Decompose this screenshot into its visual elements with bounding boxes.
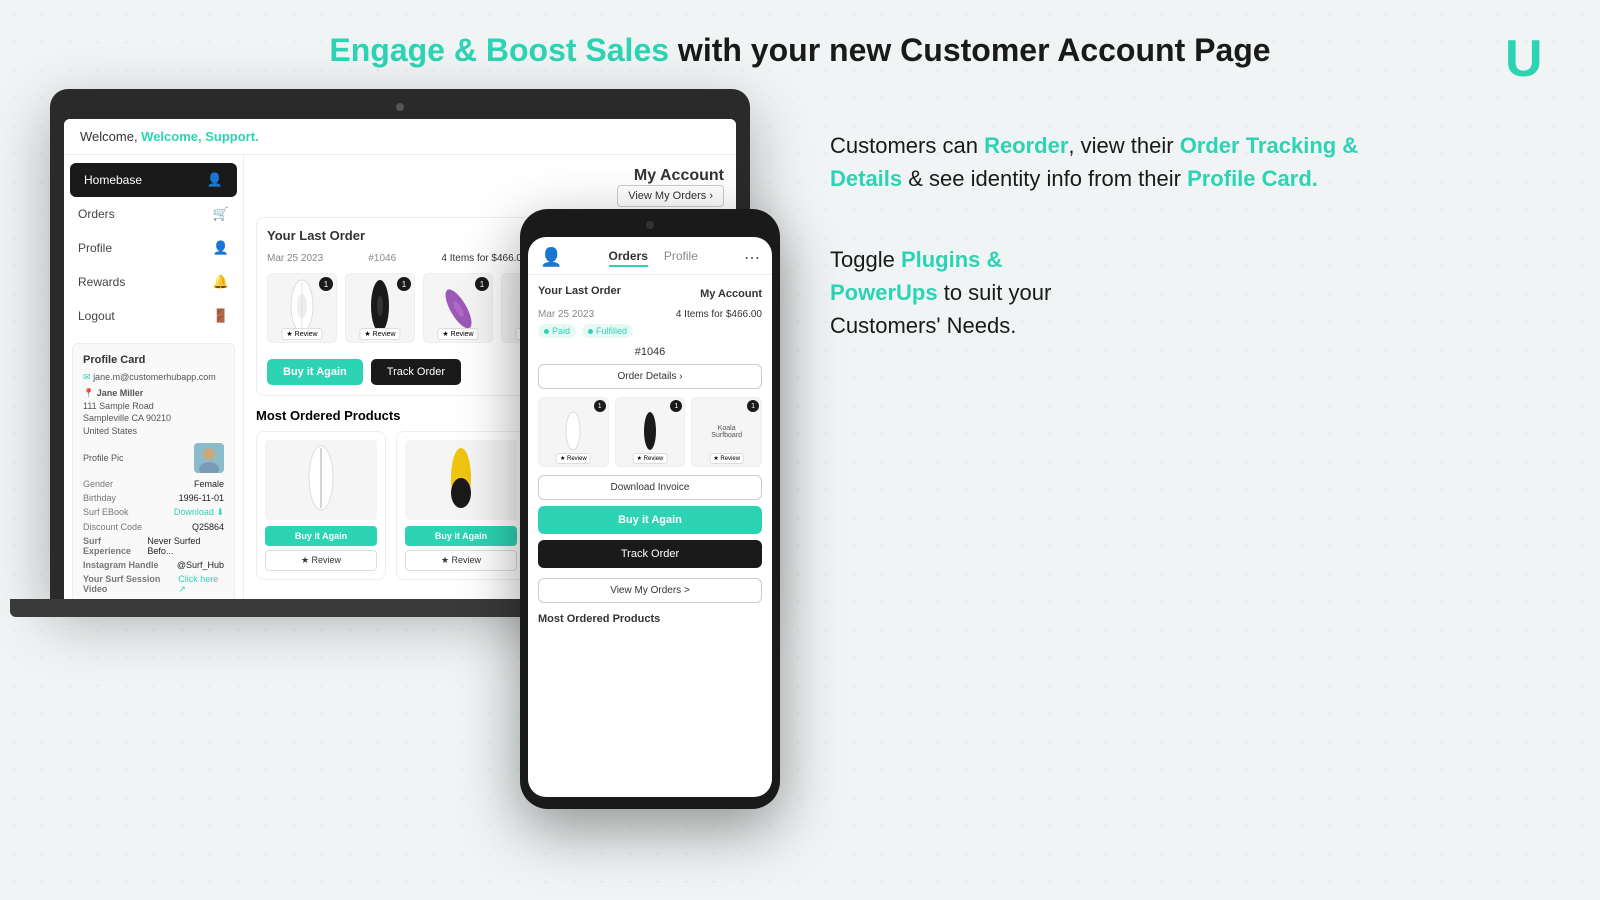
header-rest: with your new Customer Account Page xyxy=(669,32,1271,68)
sidebar-item-homebase[interactable]: Homebase 👤 xyxy=(70,163,237,197)
phone-download-invoice-button[interactable]: Download Invoice xyxy=(538,475,762,500)
page-header: Engage & Boost Sales with your new Custo… xyxy=(0,0,1600,89)
phone-my-account-row: Your Last Order My Account xyxy=(538,285,762,303)
order-date: Mar 25 2023 xyxy=(267,253,323,264)
rewards-icon: 🔔 xyxy=(213,274,229,290)
phone-most-ordered-title: Most Ordered Products xyxy=(538,613,762,625)
product-img-3: 1 ★ Review xyxy=(423,273,493,343)
profile-field-ebook: Surf EBook Download ⬇ xyxy=(83,505,224,520)
profile-card-title: Profile Card xyxy=(83,354,224,366)
svg-text:U: U xyxy=(1505,30,1543,84)
order-id: #1046 xyxy=(368,253,396,264)
right-text-2: Toggle Plugins &PowerUps to suit yourCus… xyxy=(830,243,1520,342)
profile-email: ✉ jane.m@customerhubapp.com xyxy=(83,372,224,383)
product-card-img-2 xyxy=(405,440,517,520)
phone-avatar: 👤 xyxy=(540,247,562,268)
product-img-2: 1 ★ Review xyxy=(345,273,415,343)
logo-icon: U xyxy=(1500,24,1560,84)
right-panel: Customers can Reorder, view their Order … xyxy=(770,89,1560,430)
product-review-1[interactable]: ★ Review xyxy=(265,550,377,571)
header-accent: Engage & Boost Sales xyxy=(329,32,669,68)
phone-my-account-title: My Account xyxy=(700,288,762,300)
phone-order-date: Mar 25 2023 xyxy=(538,309,594,320)
sidebar: Homebase 👤 Orders 🛒 Profile 👤 xyxy=(64,155,244,599)
profile-pic-image xyxy=(194,443,224,473)
view-my-orders-button[interactable]: View My Orders › xyxy=(617,185,724,207)
my-account-title: My Account xyxy=(617,167,724,185)
sidebar-item-rewards[interactable]: Rewards 🔔 xyxy=(64,265,243,299)
profile-field-video: Your Surf Session Video Click here ↗ xyxy=(83,572,224,597)
profile-card: Profile Card ✉ jane.m@customerhubapp.com… xyxy=(72,343,235,599)
phone-paid-badge: Paid xyxy=(538,324,576,338)
phone-product-images: 1 ★ Review 1 xyxy=(538,397,762,467)
product-card-img-1 xyxy=(265,440,377,520)
profile-pic-row: Profile Pic xyxy=(83,443,224,473)
sidebar-item-logout[interactable]: Logout 🚪 xyxy=(64,299,243,333)
welcome-name: Welcome, Support. xyxy=(141,129,259,144)
plugins-accent: Plugins &PowerUps xyxy=(830,247,1002,305)
phone-header: 👤 Orders Profile ⋯ xyxy=(528,237,772,275)
phone-track-order-button[interactable]: Track Order xyxy=(538,540,762,568)
product-buy-again-2[interactable]: Buy it Again xyxy=(405,526,517,546)
phone-order-details-button[interactable]: Order Details › xyxy=(538,364,762,389)
product-review-2[interactable]: ★ Review xyxy=(405,550,517,571)
laptop-mockup: Welcome, Welcome, Support. Homebase 👤 xyxy=(40,89,770,617)
buy-it-again-button[interactable]: Buy it Again xyxy=(267,359,363,385)
phone-tab-profile[interactable]: Profile xyxy=(664,249,698,267)
profile-address: 📍 Jane Miller 111 Sample RoadSampleville… xyxy=(83,387,224,437)
right-text-block-2: Toggle Plugins &PowerUps to suit yourCus… xyxy=(830,243,1520,342)
my-account-header: My Account View My Orders › xyxy=(256,167,724,207)
phone-product-img-1: 1 ★ Review xyxy=(538,397,609,467)
phone-order-id: #1046 xyxy=(538,346,762,358)
profile-field-discount: Discount Code Q25864 xyxy=(83,520,224,534)
phone-view-orders-button[interactable]: View My Orders > xyxy=(538,578,762,603)
phone-buy-again-button[interactable]: Buy it Again xyxy=(538,506,762,534)
phone-order-total: 4 Items for $466.00 xyxy=(676,309,762,320)
track-order-button[interactable]: Track Order xyxy=(371,359,461,385)
sidebar-item-profile[interactable]: Profile 👤 xyxy=(64,231,243,265)
profile-pic-label: Profile Pic xyxy=(83,453,124,463)
laptop-camera xyxy=(396,103,404,111)
phone-mockup: 👤 Orders Profile ⋯ Your Last Order My Ac… xyxy=(520,209,780,809)
phone-fulfilled-badge: Fulfilled xyxy=(582,324,633,338)
phone-last-order-title: Your Last Order xyxy=(538,285,621,297)
user-icon: 👤 xyxy=(207,172,223,188)
phone-content: Your Last Order My Account Mar 25 2023 4… xyxy=(528,275,772,785)
phone-tabs: Orders Profile xyxy=(609,249,698,267)
profile-field-birthday: Birthday 1996-11-01 xyxy=(83,491,224,505)
phone-tab-orders[interactable]: Orders xyxy=(609,249,648,267)
logout-icon: 🚪 xyxy=(213,308,229,324)
reorder-accent: Reorder xyxy=(984,133,1068,158)
phone-product-img-2: 1 ★ Review xyxy=(615,397,686,467)
phone-screen: 👤 Orders Profile ⋯ Your Last Order My Ac… xyxy=(528,237,772,797)
sidebar-item-orders[interactable]: Orders 🛒 xyxy=(64,197,243,231)
profile-field-instagram: Instagram Handle @Surf_Hub xyxy=(83,558,224,572)
cart-icon: 🛒 xyxy=(213,206,229,222)
right-text-1: Customers can Reorder, view their Order … xyxy=(830,129,1520,195)
product-img-1: 1 ★ Review xyxy=(267,273,337,343)
profile-card-accent: Profile Card. xyxy=(1187,166,1318,191)
welcome-bar: Welcome, Welcome, Support. xyxy=(64,119,736,155)
profile-icon: 👤 xyxy=(213,240,229,256)
profile-field-gender: Gender Female xyxy=(83,477,224,491)
phone-menu-icon[interactable]: ⋯ xyxy=(744,248,760,268)
phone-product-img-3: 1 KoalaSurfboard ★ Review xyxy=(691,397,762,467)
profile-field-experience: Surf Experience Never Surfed Befo... xyxy=(83,534,224,558)
right-text-block-1: Customers can Reorder, view their Order … xyxy=(830,129,1520,195)
order-total: 4 Items for $466.00 xyxy=(441,253,527,264)
product-card-1: Buy it Again ★ Review xyxy=(256,431,386,580)
phone-camera xyxy=(646,221,654,229)
phone-badges: Paid Fulfilled xyxy=(538,324,762,338)
product-card-2: Buy it Again ★ Review xyxy=(396,431,526,580)
product-buy-again-1[interactable]: Buy it Again xyxy=(265,526,377,546)
profile-name: Jane Miller xyxy=(97,388,144,398)
